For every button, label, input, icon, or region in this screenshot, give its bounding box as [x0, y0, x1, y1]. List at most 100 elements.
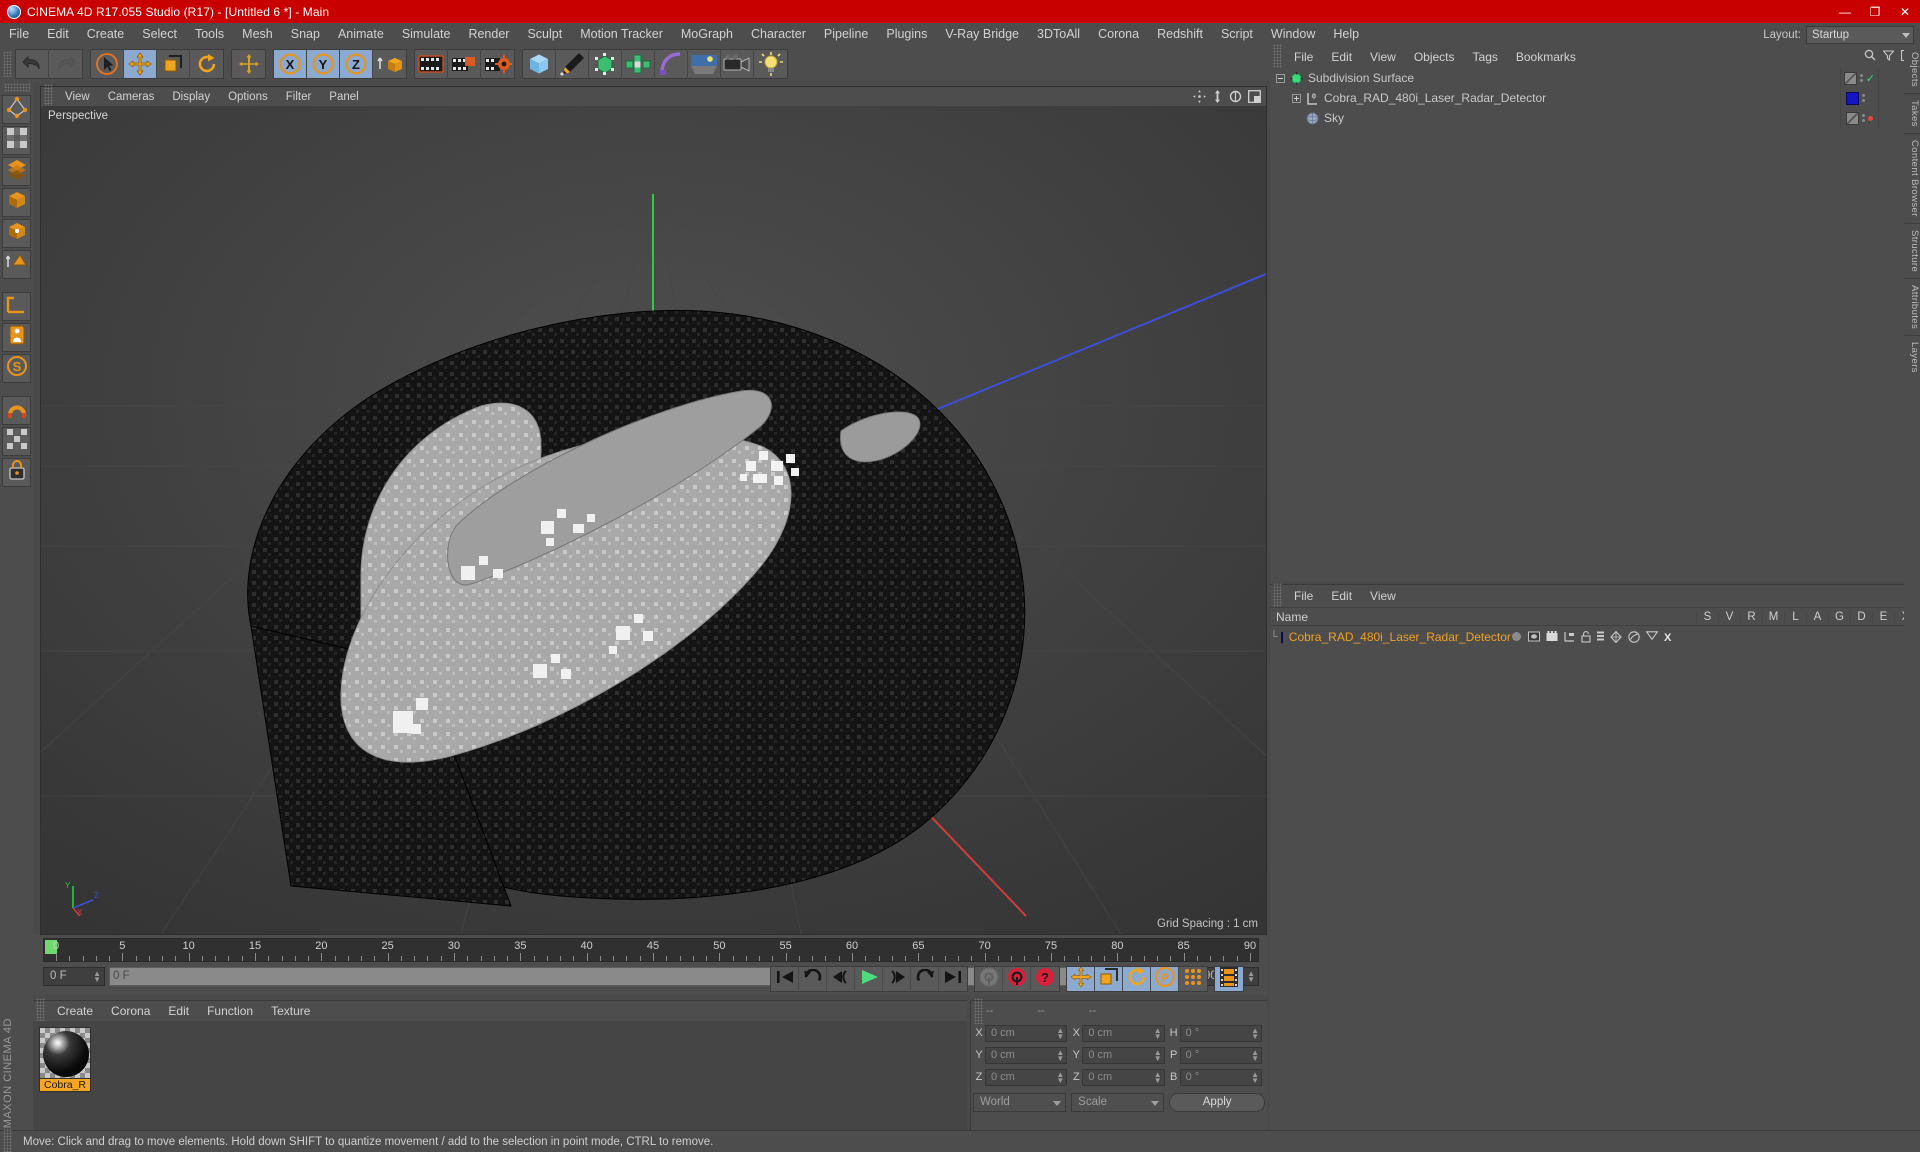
layer-menu-edit[interactable]: Edit — [1322, 589, 1361, 603]
add-light-button[interactable] — [754, 50, 787, 78]
add-cube-button[interactable] — [523, 49, 556, 78]
y-axis-lock-button[interactable]: Y — [307, 49, 340, 78]
dot-column-icon[interactable] — [1862, 114, 1865, 122]
dock-tab-takes[interactable]: Takes — [1904, 93, 1920, 133]
dolly-view-icon[interactable] — [1212, 90, 1223, 103]
dock-tab-content-browser[interactable]: Content Browser — [1904, 132, 1920, 223]
rotate-view-icon[interactable] — [1229, 90, 1242, 103]
step-forward-button[interactable] — [883, 967, 911, 991]
material-list[interactable]: Cobra_R — [33, 1021, 967, 1130]
make-preview-button[interactable] — [1215, 966, 1243, 991]
record-rotation-button[interactable] — [1123, 966, 1151, 991]
spinner-arrows-icon[interactable]: ▲ ▼ — [1154, 1048, 1162, 1062]
layer-manager-grip[interactable] — [1273, 583, 1282, 609]
object-tag-slot[interactable] — [1840, 108, 1878, 128]
lock-icon[interactable] — [1581, 631, 1591, 643]
subdivision-surface-icon[interactable] — [1290, 71, 1303, 85]
go-to-next-key-button[interactable] — [911, 967, 939, 991]
material-tag-icon[interactable] — [1564, 631, 1575, 642]
object-menu-bookmarks[interactable]: Bookmarks — [1507, 50, 1585, 64]
record-position-button[interactable] — [1067, 965, 1095, 991]
object-tree-row[interactable]: 0 Cobra_RAD_480i_Laser_Radar_Detector — [1270, 88, 1916, 108]
object-tree-row[interactable]: Subdivision Surface ✓ — [1270, 68, 1916, 88]
layer-column-r[interactable]: R — [1740, 610, 1762, 623]
world-axis-button[interactable] — [232, 50, 265, 78]
viewport-canvas[interactable]: Perspective Grid Spacing : 1 cm Y Z X — [41, 106, 1266, 934]
dock-tab-structure[interactable]: Structure — [1904, 222, 1920, 278]
menu-item-plugins[interactable]: Plugins — [877, 23, 936, 46]
record-scale-button[interactable] — [1095, 967, 1123, 991]
material-preview-thumbnail[interactable] — [39, 1027, 91, 1079]
quantize-button[interactable] — [2, 427, 31, 456]
material-tag-swatch[interactable] — [1846, 91, 1859, 105]
material-item[interactable]: Cobra_R — [39, 1027, 91, 1092]
position-field-2[interactable]: 0 cm ▲ ▼ — [985, 1068, 1068, 1086]
size-field-0[interactable]: 0 cm ▲ ▼ — [1082, 1024, 1165, 1042]
menu-item-animate[interactable]: Animate — [329, 23, 393, 46]
enabled-check-icon[interactable]: ✓ — [1866, 72, 1875, 85]
world-object-coord-button[interactable] — [373, 50, 406, 78]
play-button[interactable] — [855, 967, 883, 991]
spinner-arrows-icon[interactable]: ▲ ▼ — [1154, 1026, 1162, 1040]
x-axis-lock-button[interactable]: X — [274, 49, 307, 78]
material-menu-corona[interactable]: Corona — [102, 1004, 159, 1018]
texture-mode-button[interactable] — [2, 250, 31, 279]
scale-tool-button[interactable] — [157, 49, 190, 78]
layer-row[interactable]: └ Cobra_RAD_480i_Laser_Radar_Detector X — [1270, 627, 1916, 647]
empty-tag-slot[interactable] — [1843, 71, 1857, 85]
expand-expander-icon[interactable] — [1292, 93, 1301, 103]
polygon-object-icon[interactable]: 0 — [1306, 92, 1319, 105]
layer-column-e[interactable]: E — [1872, 610, 1894, 623]
go-to-end-button[interactable] — [939, 967, 967, 991]
add-generator-button[interactable] — [589, 49, 622, 78]
menu-item-create[interactable]: Create — [78, 23, 134, 46]
keyframe-selection-button[interactable]: ? — [1031, 967, 1059, 991]
menu-item-mograph[interactable]: MoGraph — [672, 23, 742, 46]
layer-column-s[interactable]: S — [1696, 610, 1718, 623]
sky-object-icon[interactable] — [1306, 112, 1319, 125]
transform-mode-dropdown[interactable]: Scale — [1071, 1092, 1165, 1112]
viewport-menu-filter[interactable]: Filter — [277, 91, 321, 103]
undo-button[interactable] — [16, 49, 49, 78]
layer-column-m[interactable]: M — [1762, 610, 1784, 623]
layer-menu-file[interactable]: File — [1285, 589, 1322, 603]
menu-item-3dtoall[interactable]: 3DToAll — [1028, 23, 1089, 46]
render-tag-icon[interactable] — [1546, 631, 1558, 642]
menu-item-motion-tracker[interactable]: Motion Tracker — [571, 23, 672, 46]
object-tree-row[interactable]: Sky — [1270, 108, 1916, 128]
object-tag-slot[interactable]: ✓ — [1840, 68, 1878, 88]
size-field-2[interactable]: 0 cm ▲ ▼ — [1082, 1068, 1165, 1086]
workplane-button[interactable] — [2, 292, 31, 321]
viewport-menu-view[interactable]: View — [56, 91, 99, 103]
autokeying-button[interactable] — [1003, 967, 1031, 991]
viewport-menu-options[interactable]: Options — [219, 91, 277, 103]
rotate-tool-button[interactable] — [190, 50, 223, 78]
size-field-1[interactable]: 0 cm ▲ ▼ — [1082, 1046, 1165, 1064]
coordinate-system-dropdown[interactable]: World — [973, 1092, 1067, 1112]
object-menu-tags[interactable]: Tags — [1464, 50, 1507, 64]
object-menu-view[interactable]: View — [1361, 50, 1405, 64]
object-tree[interactable]: Subdivision Surface ✓ 0 Cobra_RAD_480i_Lase… — [1270, 68, 1916, 582]
maximize-button[interactable]: ❐ — [1860, 0, 1890, 23]
dock-tab-objects[interactable]: Objects — [1904, 46, 1920, 93]
menu-item-mesh[interactable]: Mesh — [233, 23, 282, 46]
model-mode-button[interactable] — [2, 188, 31, 217]
rotation-field-2[interactable]: 0 ° ▲ ▼ — [1179, 1068, 1262, 1086]
step-back-button[interactable] — [827, 967, 855, 991]
timeline-ruler[interactable]: 0 5 10 15 20 25 30 35 40 45 50 55 60 65 70 75 80 85 90 — [43, 938, 1259, 962]
menu-item-sculpt[interactable]: Sculpt — [518, 23, 571, 46]
left-palette-grip[interactable] — [3, 83, 30, 92]
redo-button[interactable] — [49, 50, 82, 78]
search-icon[interactable] — [1864, 49, 1876, 61]
layer-column-d[interactable]: D — [1850, 610, 1872, 623]
spinner-arrows-icon[interactable]: ▲ ▼ — [1056, 1048, 1064, 1062]
enable-axis-button[interactable]: S — [2, 354, 31, 383]
status-bar-grip[interactable] — [3, 1128, 12, 1152]
layer-column-name[interactable]: Name — [1270, 610, 1696, 624]
menu-item-select[interactable]: Select — [133, 23, 186, 46]
material-menu-create[interactable]: Create — [48, 1004, 102, 1018]
object-mode-button[interactable] — [2, 219, 31, 248]
spinner-arrows-icon[interactable]: ▲ ▼ — [1251, 1070, 1259, 1084]
layer-column-l[interactable]: L — [1784, 610, 1806, 623]
deformer-tag-icon[interactable] — [1628, 631, 1640, 643]
